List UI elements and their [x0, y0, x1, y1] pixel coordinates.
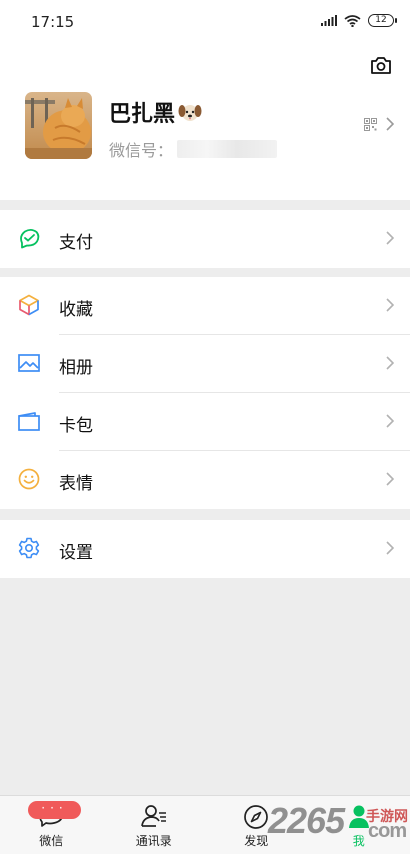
tab-contacts[interactable]: 通讯录 — [103, 796, 206, 854]
camera-icon[interactable] — [370, 56, 392, 75]
tab-label-contacts: 通讯录 — [135, 834, 172, 848]
menu-label-pay: 支付 — [59, 233, 93, 253]
compass-icon — [244, 805, 269, 829]
menu-item-cards[interactable]: 卡包 — [0, 393, 410, 451]
pay-group: 支付 — [0, 210, 410, 268]
tab-chats[interactable]: ··· 微信 — [0, 796, 103, 854]
profile-name: 巴扎黑 — [109, 96, 202, 128]
qr-code-button[interactable] — [364, 117, 394, 131]
chevron-right-icon — [386, 414, 394, 428]
chevron-right-icon — [386, 472, 394, 486]
chevron-right-icon — [386, 117, 394, 131]
qr-code-icon — [364, 117, 377, 131]
status-icons: 12 — [321, 14, 397, 27]
chevron-right-icon — [386, 231, 394, 245]
site-watermark: 2265 手游网 com — [268, 800, 408, 842]
unread-badge: ··· — [28, 801, 81, 819]
bottom-tab-bar: ··· 微信 通讯录 发现 我 — [0, 795, 410, 854]
favorites-icon — [19, 294, 39, 316]
menu-label-cards: 卡包 — [59, 416, 93, 436]
profile-header[interactable]: 巴扎黑 微信号： — [0, 44, 410, 200]
chevron-right-icon — [386, 541, 394, 555]
menu-item-pay[interactable]: 支付 — [0, 210, 410, 268]
nickname: 巴扎黑 — [109, 102, 176, 127]
watermark-brand: 2265 — [268, 800, 345, 841]
status-time: 17:15 — [31, 13, 75, 31]
signal-icon — [321, 15, 337, 26]
settings-group: 设置 — [0, 520, 410, 578]
status-bar: 17:15 12 — [0, 0, 410, 44]
wifi-icon — [344, 14, 361, 27]
pay-icon — [20, 228, 40, 249]
menu-label-settings: 设置 — [59, 543, 93, 563]
avatar[interactable] — [25, 92, 92, 159]
menu-label-stickers: 表情 — [59, 474, 93, 494]
menu-item-stickers[interactable]: 表情 — [0, 451, 410, 509]
battery-icon: 12 — [368, 14, 397, 27]
wechat-id-row: 微信号： — [109, 137, 278, 161]
tab-label-chats: 微信 — [39, 834, 64, 848]
card-wallet-icon — [18, 412, 40, 431]
menu-item-album[interactable]: 相册 — [0, 335, 410, 393]
chevron-right-icon — [386, 298, 394, 312]
smiley-icon — [18, 468, 40, 490]
dog-face-icon — [178, 105, 202, 121]
contacts-icon — [140, 805, 166, 827]
gear-icon — [18, 537, 40, 559]
menu-item-favorites[interactable]: 收藏 — [0, 277, 410, 335]
menu-label-favorites: 收藏 — [59, 300, 93, 320]
features-group: 收藏 相册 卡包 表情 — [0, 277, 410, 509]
menu-item-settings[interactable]: 设置 — [0, 520, 410, 578]
album-icon — [18, 354, 40, 372]
menu-label-album: 相册 — [59, 358, 93, 378]
chevron-right-icon — [386, 356, 394, 370]
wechat-id-value — [177, 140, 278, 158]
watermark-tld: com — [368, 820, 407, 842]
wechat-id-label: 微信号： — [109, 141, 174, 160]
